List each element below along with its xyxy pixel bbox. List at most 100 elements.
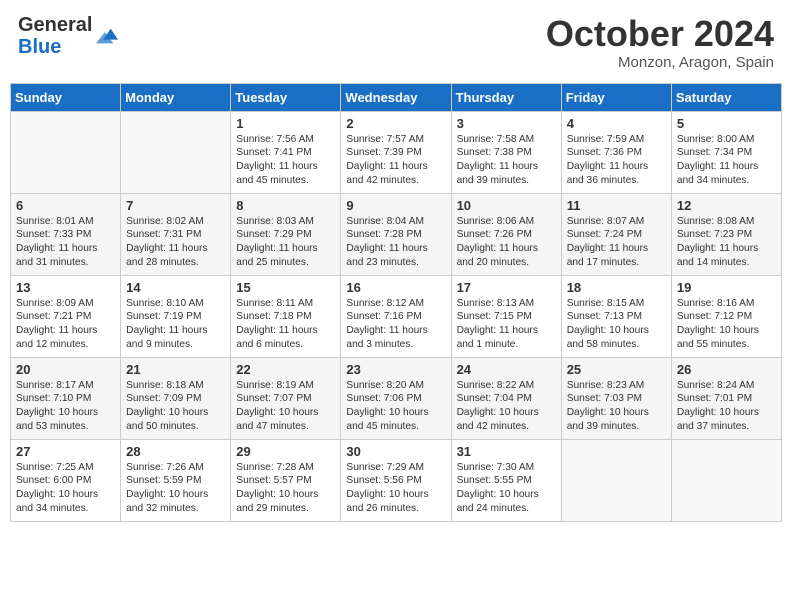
cell-info: Sunrise: 8:24 AMSunset: 7:01 PMDaylight:…: [677, 379, 776, 434]
calendar-cell: 31 Sunrise: 7:30 AMSunset: 5:55 PMDayligh…: [451, 439, 561, 521]
calendar-cell: 13 Sunrise: 8:09 AMSunset: 7:21 PMDayligh…: [11, 275, 121, 357]
calendar-cell: 3 Sunrise: 7:58 AMSunset: 7:38 PMDaylight…: [451, 111, 561, 193]
cell-info: Sunrise: 8:20 AMSunset: 7:06 PMDaylight:…: [346, 379, 445, 434]
day-number: 29: [236, 444, 335, 459]
logo-icon: [96, 25, 118, 47]
calendar-cell: 8 Sunrise: 8:03 AMSunset: 7:29 PMDaylight…: [231, 193, 341, 275]
cell-info: Sunrise: 8:16 AMSunset: 7:12 PMDaylight:…: [677, 297, 776, 352]
cell-info: Sunrise: 7:57 AMSunset: 7:39 PMDaylight:…: [346, 133, 445, 188]
calendar-cell: 15Sunrise: 8:11 AMSunset: 7:18 PMDayligh…: [231, 275, 341, 357]
week-row-4: 20Sunrise: 8:17 AMSunset: 7:10 PMDayligh…: [11, 357, 782, 439]
page-header: General Blue October 2024 Monzon, Aragon…: [10, 10, 782, 75]
day-number: 18: [567, 280, 666, 295]
day-number: 15: [236, 280, 335, 295]
cell-info: Sunrise: 7:25 AMSunset: 6:00 PMDaylight:…: [16, 461, 115, 516]
location-subtitle: Monzon, Aragon, Spain: [546, 54, 774, 71]
day-number: 2: [346, 116, 445, 131]
day-number: 3: [457, 116, 556, 131]
calendar-cell: 4 Sunrise: 7:59 AMSunset: 7:36 PMDaylight…: [561, 111, 671, 193]
calendar-cell: 28 Sunrise: 7:26 AMSunset: 5:59 PMDayligh…: [121, 439, 231, 521]
logo-blue: Blue: [18, 36, 92, 58]
day-number: 28: [126, 444, 225, 459]
cell-info: Sunrise: 8:10 AMSunset: 7:19 PMDaylight:…: [126, 297, 225, 352]
day-number: 22: [236, 362, 335, 377]
calendar-cell: 20Sunrise: 8:17 AMSunset: 7:10 PMDayligh…: [11, 357, 121, 439]
calendar-cell: 21 Sunrise: 8:18 AMSunset: 7:09 PMDayligh…: [121, 357, 231, 439]
calendar-cell: 6Sunrise: 8:01 AMSunset: 7:33 PMDaylight…: [11, 193, 121, 275]
calendar-cell: 25Sunrise: 8:23 AMSunset: 7:03 PMDayligh…: [561, 357, 671, 439]
day-number: 8: [236, 198, 335, 213]
cell-info: Sunrise: 8:19 AMSunset: 7:07 PMDaylight:…: [236, 379, 335, 434]
logo-general: General: [18, 14, 92, 36]
calendar-cell: 30Sunrise: 7:29 AMSunset: 5:56 PMDayligh…: [341, 439, 451, 521]
day-number: 19: [677, 280, 776, 295]
calendar-cell: 26 Sunrise: 8:24 AMSunset: 7:01 PMDayligh…: [671, 357, 781, 439]
cell-info: Sunrise: 8:07 AMSunset: 7:24 PMDaylight:…: [567, 215, 666, 270]
day-number: 7: [126, 198, 225, 213]
calendar-table: SundayMondayTuesdayWednesdayThursdayFrid…: [10, 83, 782, 522]
day-number: 4: [567, 116, 666, 131]
cell-info: Sunrise: 8:09 AMSunset: 7:21 PMDaylight:…: [16, 297, 115, 352]
cell-info: Sunrise: 7:56 AMSunset: 7:41 PMDaylight:…: [236, 133, 335, 188]
cell-info: Sunrise: 8:03 AMSunset: 7:29 PMDaylight:…: [236, 215, 335, 270]
header-row: SundayMondayTuesdayWednesdayThursdayFrid…: [11, 83, 782, 111]
day-number: 17: [457, 280, 556, 295]
calendar-cell: 24Sunrise: 8:22 AMSunset: 7:04 PMDayligh…: [451, 357, 561, 439]
day-number: 23: [346, 362, 445, 377]
cell-info: Sunrise: 8:04 AMSunset: 7:28 PMDaylight:…: [346, 215, 445, 270]
calendar-cell: 27 Sunrise: 7:25 AMSunset: 6:00 PMDayligh…: [11, 439, 121, 521]
calendar-cell: 2 Sunrise: 7:57 AMSunset: 7:39 PMDaylight…: [341, 111, 451, 193]
calendar-cell: 9 Sunrise: 8:04 AMSunset: 7:28 PMDaylight…: [341, 193, 451, 275]
week-row-2: 6Sunrise: 8:01 AMSunset: 7:33 PMDaylight…: [11, 193, 782, 275]
col-header-thursday: Thursday: [451, 83, 561, 111]
day-number: 6: [16, 198, 115, 213]
cell-info: Sunrise: 8:17 AMSunset: 7:10 PMDaylight:…: [16, 379, 115, 434]
cell-info: Sunrise: 8:06 AMSunset: 7:26 PMDaylight:…: [457, 215, 556, 270]
week-row-3: 13 Sunrise: 8:09 AMSunset: 7:21 PMDayligh…: [11, 275, 782, 357]
day-number: 26: [677, 362, 776, 377]
week-row-5: 27 Sunrise: 7:25 AMSunset: 6:00 PMDayligh…: [11, 439, 782, 521]
cell-info: Sunrise: 7:28 AMSunset: 5:57 PMDaylight:…: [236, 461, 335, 516]
day-number: 14: [126, 280, 225, 295]
cell-info: Sunrise: 8:23 AMSunset: 7:03 PMDaylight:…: [567, 379, 666, 434]
calendar-cell: 11 Sunrise: 8:07 AMSunset: 7:24 PMDayligh…: [561, 193, 671, 275]
cell-info: Sunrise: 8:13 AMSunset: 7:15 PMDaylight:…: [457, 297, 556, 352]
calendar-cell: [671, 439, 781, 521]
cell-info: Sunrise: 8:02 AMSunset: 7:31 PMDaylight:…: [126, 215, 225, 270]
day-number: 10: [457, 198, 556, 213]
cell-info: Sunrise: 7:30 AMSunset: 5:55 PMDaylight:…: [457, 461, 556, 516]
calendar-cell: 18 Sunrise: 8:15 AMSunset: 7:13 PMDayligh…: [561, 275, 671, 357]
calendar-cell: 19 Sunrise: 8:16 AMSunset: 7:12 PMDayligh…: [671, 275, 781, 357]
calendar-cell: [561, 439, 671, 521]
day-number: 11: [567, 198, 666, 213]
col-header-monday: Monday: [121, 83, 231, 111]
cell-info: Sunrise: 8:15 AMSunset: 7:13 PMDaylight:…: [567, 297, 666, 352]
month-year-title: October 2024: [546, 14, 774, 54]
cell-info: Sunrise: 7:59 AMSunset: 7:36 PMDaylight:…: [567, 133, 666, 188]
calendar-cell: 5Sunrise: 8:00 AMSunset: 7:34 PMDaylight…: [671, 111, 781, 193]
calendar-cell: 16Sunrise: 8:12 AMSunset: 7:16 PMDayligh…: [341, 275, 451, 357]
col-header-sunday: Sunday: [11, 83, 121, 111]
col-header-friday: Friday: [561, 83, 671, 111]
calendar-cell: 10 Sunrise: 8:06 AMSunset: 7:26 PMDayligh…: [451, 193, 561, 275]
day-number: 27: [16, 444, 115, 459]
col-header-tuesday: Tuesday: [231, 83, 341, 111]
cell-info: Sunrise: 8:08 AMSunset: 7:23 PMDaylight:…: [677, 215, 776, 270]
calendar-cell: 29 Sunrise: 7:28 AMSunset: 5:57 PMDayligh…: [231, 439, 341, 521]
day-number: 16: [346, 280, 445, 295]
day-number: 12: [677, 198, 776, 213]
day-number: 21: [126, 362, 225, 377]
day-number: 5: [677, 116, 776, 131]
calendar-cell: 7 Sunrise: 8:02 AMSunset: 7:31 PMDaylight…: [121, 193, 231, 275]
day-number: 1: [236, 116, 335, 131]
cell-info: Sunrise: 8:18 AMSunset: 7:09 PMDaylight:…: [126, 379, 225, 434]
day-number: 31: [457, 444, 556, 459]
col-header-saturday: Saturday: [671, 83, 781, 111]
day-number: 13: [16, 280, 115, 295]
day-number: 9: [346, 198, 445, 213]
cell-info: Sunrise: 7:26 AMSunset: 5:59 PMDaylight:…: [126, 461, 225, 516]
calendar-cell: 17 Sunrise: 8:13 AMSunset: 7:15 PMDayligh…: [451, 275, 561, 357]
cell-info: Sunrise: 7:58 AMSunset: 7:38 PMDaylight:…: [457, 133, 556, 188]
logo: General Blue: [18, 14, 118, 58]
calendar-cell: 14 Sunrise: 8:10 AMSunset: 7:19 PMDayligh…: [121, 275, 231, 357]
